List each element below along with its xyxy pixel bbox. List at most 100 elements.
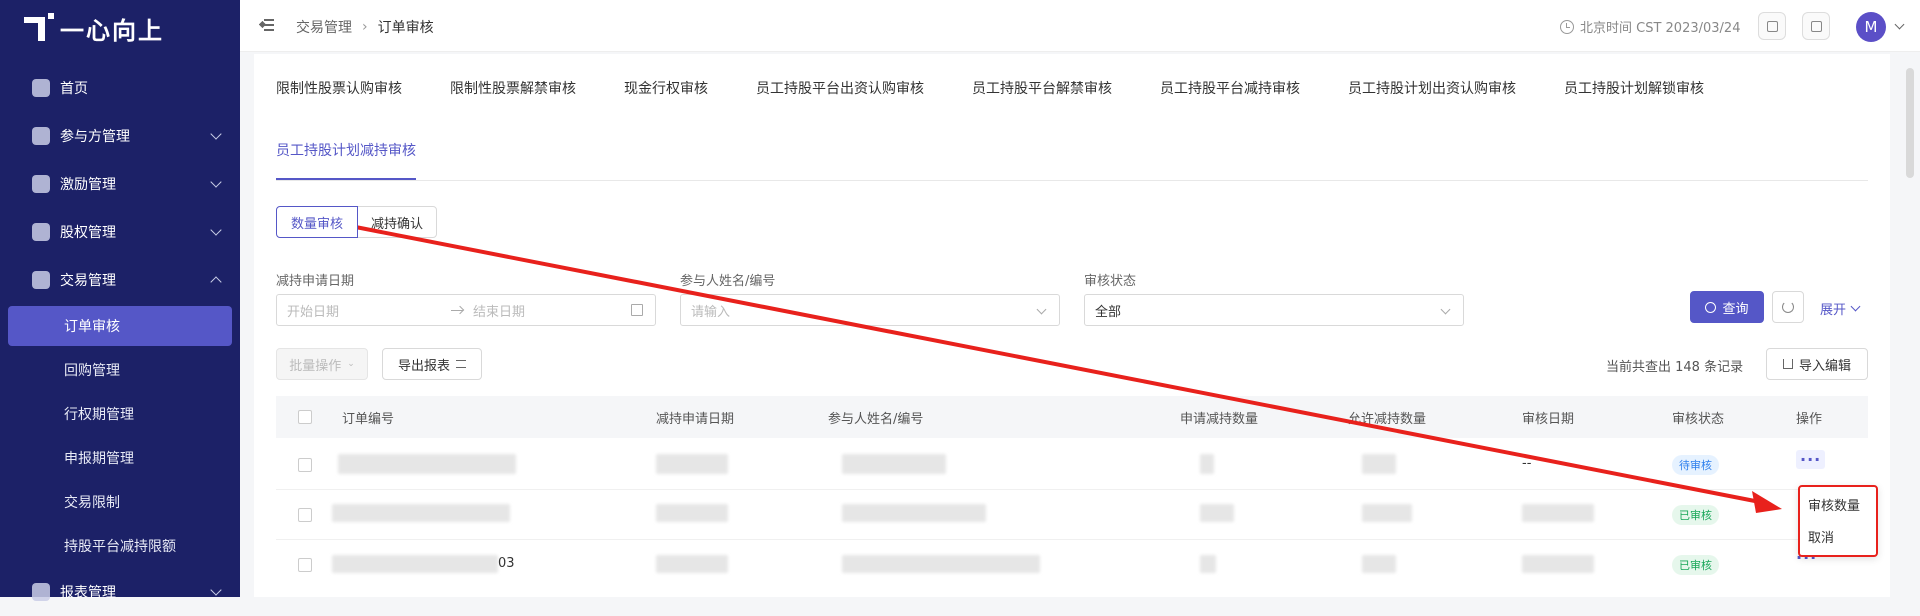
sidebar-item-reports[interactable]: 报表管理: [0, 568, 240, 616]
sidebar-item-label: 参与方管理: [60, 129, 130, 145]
sidebar-item-trade[interactable]: 交易管理: [0, 256, 240, 304]
pie-icon: [32, 223, 50, 241]
sidebar-subitem-buyback[interactable]: 回购管理: [0, 348, 240, 392]
segment-reduction-confirm[interactable]: 减持确认: [357, 206, 437, 238]
sidebar-item-home[interactable]: 首页: [0, 64, 240, 112]
sidebar-item-equity[interactable]: 股权管理: [0, 208, 240, 256]
sidebar-item-label: 首页: [60, 81, 88, 97]
participant-redacted: [842, 504, 986, 522]
query-button[interactable]: 查询: [1690, 291, 1764, 323]
arrow-right-icon: [451, 310, 463, 311]
app-logo[interactable]: 一心向上: [24, 10, 164, 46]
col-review-date: 审核日期: [1522, 412, 1575, 427]
gift-icon: [32, 175, 50, 193]
apply-date-redacted: [656, 454, 728, 474]
apply-date-redacted: [656, 504, 728, 522]
top-bar: 交易管理 › 订单审核 北京时间 CST 2023/03/24 M: [240, 0, 1920, 52]
shirt-icon: [1811, 21, 1822, 32]
batch-label: 批量操作: [289, 358, 342, 374]
apply-qty-redacted: [1200, 504, 1234, 522]
import-label: 导入编辑: [1798, 358, 1851, 374]
sidebar-subitem-platform-reduction-limit[interactable]: 持股平台减持限额: [0, 524, 240, 568]
chevron-down-icon: [1440, 304, 1451, 315]
clock-text: 北京时间 CST 2023/03/24: [1580, 21, 1741, 36]
sidebar-subitem-trade-limit[interactable]: 交易限制: [0, 480, 240, 524]
breadcrumb: 交易管理 › 订单审核: [296, 17, 434, 37]
sidebar-subitem-declaration-period[interactable]: 申报期管理: [0, 436, 240, 480]
tab-plan-subscription[interactable]: 员工持股计划出资认购审核: [1348, 78, 1516, 98]
col-apply-qty: 申请减持数量: [1180, 412, 1259, 427]
breadcrumb-item[interactable]: 交易管理: [296, 17, 352, 37]
home-icon: [32, 79, 50, 97]
users-icon: [32, 127, 50, 145]
reset-button[interactable]: [1772, 291, 1804, 323]
batch-action-button[interactable]: 批量操作 ⌄: [276, 348, 368, 380]
person-select[interactable]: 请输入: [680, 294, 1060, 326]
chevron-down-icon: [210, 128, 222, 140]
col-participant: 参与人姓名/编号: [828, 412, 924, 427]
todo-button[interactable]: [1758, 12, 1786, 40]
tab-restricted-stock-unlock[interactable]: 限制性股票解禁审核: [450, 78, 576, 98]
clipboard-icon: [1767, 21, 1778, 32]
col-order-no: 订单编号: [342, 412, 395, 427]
apply-qty-redacted: [1200, 454, 1214, 474]
main-content: 限制性股票认购审核 限制性股票解禁审核 现金行权审核 员工持股平台出资认购审核 …: [254, 54, 1890, 597]
import-edit-button[interactable]: 导入编辑: [1766, 348, 1868, 380]
date-range-picker[interactable]: 开始日期 结束日期: [276, 294, 656, 326]
sidebar-item-incentive[interactable]: 激励管理: [0, 160, 240, 208]
allowed-qty-redacted: [1362, 555, 1396, 573]
table-row: 03 已审核 ···: [276, 540, 1868, 590]
more-actions-icon[interactable]: ···: [1796, 450, 1826, 469]
tab-platform-subscription[interactable]: 员工持股平台出资认购审核: [756, 78, 924, 98]
col-actions: 操作: [1796, 412, 1823, 427]
logo-mark-icon: [24, 13, 54, 43]
chevron-down-icon[interactable]: [1894, 19, 1905, 30]
sidebar-item-participants[interactable]: 参与方管理: [0, 112, 240, 160]
sidebar-item-label: 股权管理: [60, 225, 116, 241]
tab-plan-unlock[interactable]: 员工持股计划解锁审核: [1564, 78, 1704, 98]
tab-platform-unlock[interactable]: 员工持股平台解禁审核: [972, 78, 1112, 98]
row-checkbox[interactable]: [298, 508, 312, 522]
row-checkbox[interactable]: [298, 558, 312, 572]
sidebar-subitem-exercise-period[interactable]: 行权期管理: [0, 392, 240, 436]
review-date-redacted: [1522, 555, 1594, 573]
participant-redacted: [842, 555, 1040, 573]
status-badge: 已审核: [1672, 555, 1719, 575]
notice-button[interactable]: [1802, 12, 1830, 40]
allowed-qty-redacted: [1362, 454, 1396, 474]
allowed-qty-redacted: [1362, 504, 1412, 522]
row-checkbox[interactable]: [298, 458, 312, 472]
report-icon: [32, 583, 50, 601]
query-label: 查询: [1722, 301, 1749, 317]
tab-restricted-stock-subscription[interactable]: 限制性股票认购审核: [276, 78, 402, 98]
col-allowed-qty: 允许减持数量: [1348, 412, 1427, 427]
upload-icon: [1782, 359, 1793, 369]
menu-item-cancel[interactable]: 取消: [1808, 527, 1834, 546]
date-end-placeholder: 结束日期: [473, 304, 526, 320]
order-no-redacted: [332, 504, 510, 522]
sidebar-item-label: 报表管理: [60, 585, 116, 601]
trade-icon: [32, 271, 50, 289]
menu-item-review-quantity[interactable]: 审核数量: [1808, 495, 1860, 514]
chevron-down-icon: [210, 224, 222, 236]
vertical-scrollbar[interactable]: [1906, 68, 1914, 178]
person-filter-label: 参与人姓名/编号: [680, 274, 776, 289]
avatar[interactable]: M: [1856, 12, 1886, 42]
expand-filters-link[interactable]: 展开: [1820, 299, 1861, 318]
search-icon: [1705, 301, 1717, 313]
export-report-button[interactable]: 导出报表: [382, 348, 482, 380]
select-all-checkbox[interactable]: [298, 410, 312, 424]
collapse-sidebar-icon[interactable]: [258, 19, 274, 31]
sidebar-menu: 首页 参与方管理 激励管理 股权管理 交易管理 订单审核 回购管理 行权期管理 …: [0, 64, 240, 616]
clock-icon: [1560, 19, 1574, 34]
segment-quantity-review[interactable]: 数量审核: [276, 206, 358, 238]
tab-plan-reduction[interactable]: 员工持股计划减持审核: [276, 140, 416, 160]
calendar-icon: [631, 304, 643, 316]
table-row: -- 待审核 ···: [276, 440, 1868, 490]
tab-cash-exercise[interactable]: 现金行权审核: [624, 78, 708, 98]
sidebar-subitem-order-review[interactable]: 订单审核: [8, 306, 232, 346]
tab-platform-reduction[interactable]: 员工持股平台减持审核: [1160, 78, 1300, 98]
expand-label: 展开: [1820, 303, 1847, 318]
status-select[interactable]: 全部: [1084, 294, 1464, 326]
order-no-suffix: 03: [498, 556, 515, 571]
